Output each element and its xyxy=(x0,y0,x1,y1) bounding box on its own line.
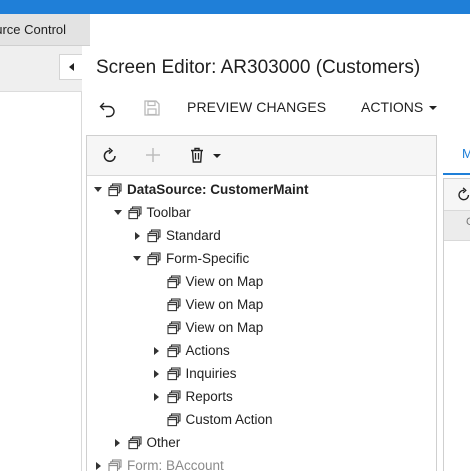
expand-arrow-right-icon[interactable] xyxy=(152,346,162,356)
expand-arrow-right-icon[interactable] xyxy=(152,369,162,379)
preview-changes-button[interactable]: PREVIEW CHANGES xyxy=(187,99,326,115)
top-accent-bar xyxy=(0,0,470,14)
expand-arrow-right-icon[interactable] xyxy=(152,392,162,402)
tree-node[interactable]: Standard xyxy=(132,224,221,247)
tree-node-label: Custom Action xyxy=(185,412,273,427)
tree-leaf-node[interactable]: Custom Action xyxy=(152,408,273,431)
tree-node-label: Reports xyxy=(185,389,233,404)
grid-column-header: C xyxy=(466,216,470,228)
trash-icon[interactable] xyxy=(188,146,206,164)
main-toolbar: PREVIEW CHANGES ACTIONS xyxy=(82,92,470,124)
stack-window-icon xyxy=(166,297,181,311)
tree-node-label: Toolbar xyxy=(146,205,191,220)
actions-menu-label: ACTIONS xyxy=(361,99,424,115)
stack-window-icon xyxy=(166,412,181,426)
chevron-down-icon xyxy=(429,106,438,111)
page-title: Screen Editor: AR303000 (Customers) xyxy=(96,57,421,78)
stack-window-icon xyxy=(166,366,181,380)
tree-leaf-node[interactable]: View on Map xyxy=(152,316,264,339)
grid-header: C xyxy=(444,211,470,241)
tree-node-label: View on Map xyxy=(185,320,264,335)
tree-node[interactable]: Other xyxy=(113,431,181,454)
stack-window-icon xyxy=(147,228,161,242)
right-panel-toolbar xyxy=(444,179,470,211)
tree-node[interactable]: Reports xyxy=(152,385,233,408)
collapse-panel-button[interactable] xyxy=(59,54,82,80)
tree-node[interactable]: Toolbar xyxy=(113,201,191,224)
source-control-tab-label: ource Control xyxy=(0,22,67,37)
right-panel-tab[interactable]: M xyxy=(443,135,470,175)
source-control-tab[interactable]: ource Control xyxy=(0,14,90,46)
delete-dropdown-caret[interactable] xyxy=(213,154,221,158)
stack-window-icon xyxy=(108,182,122,196)
save-icon xyxy=(144,100,160,116)
stack-window-icon xyxy=(127,205,142,219)
expand-arrow-down-icon[interactable] xyxy=(132,254,142,264)
tree-node[interactable]: Inquiries xyxy=(152,362,237,385)
tree-node[interactable]: Form: BAccount xyxy=(93,454,224,471)
tree-node[interactable]: Form-Specific xyxy=(132,247,249,270)
stack-window-icon xyxy=(127,435,142,449)
tree-node[interactable]: Actions xyxy=(152,339,230,362)
stack-window-icon xyxy=(166,274,181,288)
tree-node-label: View on Map xyxy=(185,274,264,289)
tree-node-label: View on Map xyxy=(185,297,264,312)
refresh-icon[interactable] xyxy=(101,147,119,165)
tree-node-label: Other xyxy=(146,435,181,450)
tree-leaf-node[interactable]: View on Map xyxy=(152,293,264,316)
tree-node-label: Form: BAccount xyxy=(127,458,224,471)
expand-arrow-right-icon[interactable] xyxy=(113,438,123,448)
refresh-icon[interactable] xyxy=(456,187,470,203)
tree-node-label: Inquiries xyxy=(185,366,237,381)
stack-window-icon xyxy=(166,389,181,403)
expand-arrow-right-icon[interactable] xyxy=(132,231,142,241)
tree-leaf-node[interactable]: View on Map xyxy=(152,270,264,293)
tree-node-label: DataSource: CustomerMaint xyxy=(127,182,309,197)
tree-toolbar xyxy=(87,136,436,176)
tree-panel: DataSource: CustomerMaint Toolbar Standard… xyxy=(86,135,437,471)
tree-node-label: Actions xyxy=(185,343,230,358)
actions-menu-button[interactable]: ACTIONS xyxy=(361,99,438,115)
add-icon xyxy=(146,148,160,162)
stack-window-icon xyxy=(108,458,122,471)
expand-arrow-down-icon[interactable] xyxy=(113,208,123,218)
stack-window-icon xyxy=(166,343,181,357)
tree-node[interactable]: DataSource: CustomerMaint xyxy=(93,178,309,201)
expand-arrow-down-icon[interactable] xyxy=(93,185,103,195)
tree-node-label: Standard xyxy=(166,228,221,243)
tree-node-label: Form-Specific xyxy=(166,251,250,266)
expand-arrow-right-icon[interactable] xyxy=(93,461,103,471)
stack-window-icon xyxy=(166,320,181,334)
undo-icon[interactable] xyxy=(98,98,118,118)
right-panel: M C xyxy=(443,135,470,471)
right-panel-box: C xyxy=(443,178,470,471)
stack-window-icon xyxy=(147,251,161,265)
